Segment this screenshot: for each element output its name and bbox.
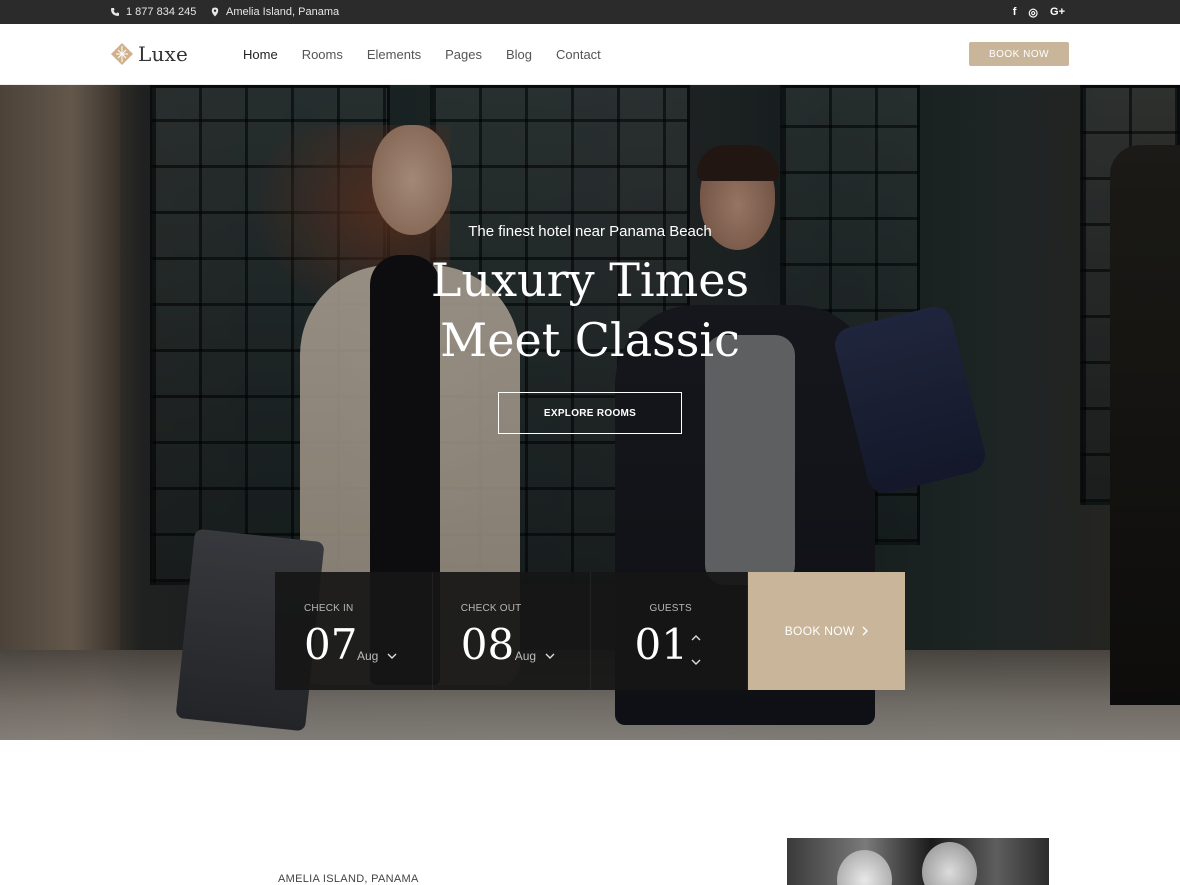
hero-section: The finest hotel near Panama Beach Luxur… [0, 85, 1180, 740]
phone-icon [111, 8, 119, 16]
nav-pages[interactable]: Pages [445, 47, 482, 62]
location-text: Amelia Island, Panama [226, 6, 340, 18]
check-out-field[interactable]: CHECK OUT 08 Aug [432, 572, 591, 690]
hero-title-line-2: Meet Classic [440, 313, 740, 367]
facebook-icon[interactable]: f [1013, 6, 1017, 18]
guests-label: GUESTS [649, 603, 692, 614]
topbar-phone[interactable]: 1 877 834 245 [110, 0, 196, 24]
guests-stepper[interactable] [690, 634, 702, 666]
nav-home[interactable]: Home [243, 47, 278, 62]
dribbble-icon[interactable]: ◎ [1028, 6, 1038, 19]
hero-subtitle: The finest hotel near Panama Beach [468, 223, 712, 240]
guests-field[interactable]: GUESTS 01 [590, 572, 749, 690]
intro-location-label: AMELIA ISLAND, PANAMA [278, 873, 419, 885]
hero-title: Luxury Times Meet Classic [0, 250, 1180, 370]
top-bar: 1 877 834 245 Amelia Island, Panama f ◎ … [0, 0, 1180, 24]
hero-title-line-1: Luxury Times [430, 253, 750, 307]
logo[interactable]: Luxe [110, 41, 188, 67]
intro-photo-person [922, 842, 977, 885]
booking-book-now-label: BOOK NOW [784, 624, 855, 638]
nav-blog[interactable]: Blog [506, 47, 532, 62]
chevron-down-icon[interactable] [545, 652, 555, 660]
check-out-month: Aug [514, 649, 537, 663]
map-pin-icon [211, 7, 219, 17]
logo-text: Luxe [138, 42, 189, 66]
intro-photo-person [837, 850, 892, 885]
explore-rooms-button[interactable]: EXPLORE ROOMS [498, 392, 682, 434]
booking-widget: CHECK IN 07 Aug CHECK OUT 08 Aug GUESTS … [275, 572, 905, 690]
logo-icon [111, 43, 133, 65]
guests-count: 01 [634, 620, 688, 669]
chevron-down-icon[interactable] [387, 652, 397, 660]
google-plus-icon[interactable]: G+ [1050, 6, 1065, 18]
intro-photo [787, 838, 1049, 885]
check-in-field[interactable]: CHECK IN 07 Aug [275, 572, 433, 690]
chevron-up-icon[interactable] [690, 634, 702, 642]
nav-rooms[interactable]: Rooms [302, 47, 343, 62]
check-in-day: 07 [304, 620, 358, 669]
nav-contact[interactable]: Contact [556, 47, 601, 62]
header-book-now-button[interactable]: BOOK NOW [969, 42, 1069, 66]
nav-elements[interactable]: Elements [367, 47, 421, 62]
topbar-location[interactable]: Amelia Island, Panama [210, 0, 339, 24]
main-nav: Home Rooms Elements Pages Blog Contact [243, 24, 625, 85]
check-in-month: Aug [357, 649, 379, 663]
booking-book-now-button[interactable]: BOOK NOW [748, 572, 905, 690]
check-out-label: CHECK OUT [460, 603, 522, 614]
chevron-right-icon [862, 626, 868, 636]
main-header: Luxe Home Rooms Elements Pages Blog Cont… [0, 24, 1180, 85]
social-links: f ◎ G+ [1013, 0, 1065, 24]
phone-number: 1 877 834 245 [126, 6, 197, 18]
check-out-day: 08 [460, 620, 515, 669]
check-in-label: CHECK IN [304, 603, 354, 614]
chevron-down-icon[interactable] [690, 658, 702, 666]
